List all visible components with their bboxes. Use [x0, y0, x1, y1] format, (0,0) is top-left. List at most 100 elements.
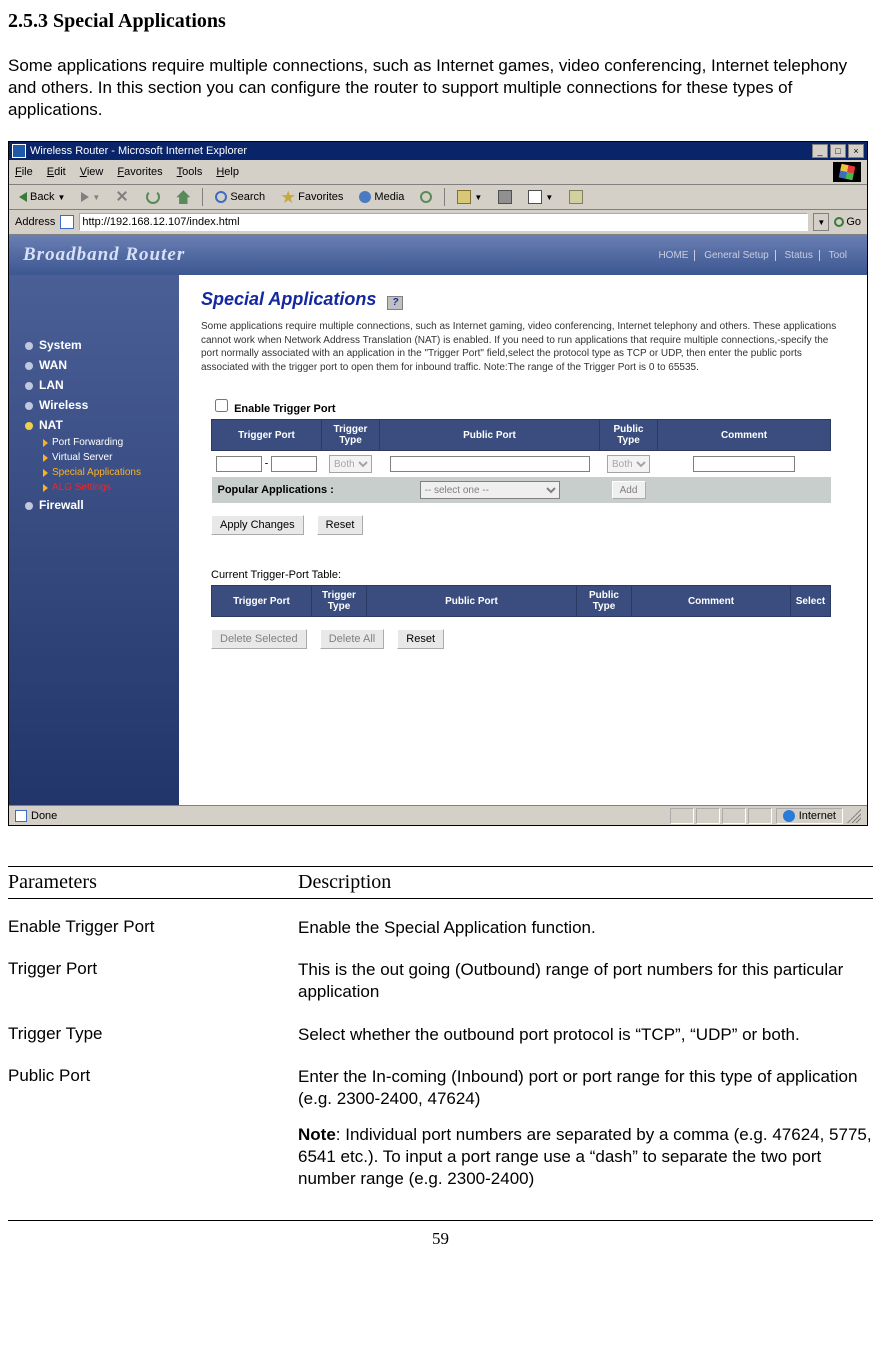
trigger-port-end-input[interactable] — [271, 456, 317, 472]
discuss-icon — [569, 190, 583, 204]
refresh-icon — [146, 190, 160, 204]
popular-apps-select[interactable]: -- select one -- — [420, 481, 560, 499]
menu-help[interactable]: Help — [216, 166, 239, 178]
edit-button[interactable]: ▼ — [524, 188, 557, 206]
address-dropdown[interactable]: ▼ — [813, 213, 829, 231]
add-button[interactable]: Add — [612, 481, 646, 499]
page-icon — [60, 215, 74, 229]
col2-comment: Comment — [632, 586, 791, 617]
enable-trigger-label: Enable Trigger Port — [234, 403, 335, 415]
media-button[interactable]: Media — [355, 189, 408, 205]
help-icon[interactable]: ? — [387, 296, 403, 310]
sidebar-sub-special[interactable]: Special Applications — [25, 465, 179, 480]
params-header-left: Parameters — [8, 871, 298, 894]
sidebar-item-wireless[interactable]: Wireless — [25, 395, 179, 415]
star-icon — [281, 190, 295, 204]
minimize-button[interactable]: _ — [812, 144, 828, 158]
apply-changes-button[interactable]: Apply Changes — [211, 515, 304, 535]
maximize-button[interactable]: □ — [830, 144, 846, 158]
params-header-row: Parameters Description — [8, 866, 873, 899]
page-number: 59 — [8, 1220, 873, 1249]
param-name: Enable Trigger Port — [8, 917, 298, 939]
page-status-icon — [15, 810, 27, 822]
trigger-port-start-input[interactable] — [216, 456, 262, 472]
public-type-select[interactable]: Both — [607, 455, 650, 473]
resize-grip[interactable] — [847, 809, 861, 823]
globe-icon — [783, 810, 795, 822]
menu-favorites[interactable]: Favorites — [117, 166, 162, 178]
col-public-port: Public Port — [380, 420, 600, 451]
param-row: Public Port Enter the In-coming (Inbound… — [8, 1066, 873, 1190]
delete-all-button[interactable]: Delete All — [320, 629, 384, 649]
nav-status[interactable]: Status — [779, 250, 820, 261]
col2-select: Select — [791, 586, 831, 617]
back-button[interactable]: Back ▼ — [15, 189, 69, 205]
note-body: : Individual port numbers are separated … — [298, 1125, 872, 1188]
reset-button[interactable]: Reset — [317, 515, 364, 535]
history-button[interactable] — [416, 189, 436, 205]
enable-trigger-checkbox[interactable] — [215, 399, 228, 412]
nav-tool[interactable]: Tool — [823, 250, 853, 261]
param-row: Trigger Type Select whether the outbound… — [8, 1024, 873, 1046]
main-panel: Special Applications ? Some applications… — [179, 275, 867, 805]
param-row: Trigger Port This is the out going (Outb… — [8, 959, 873, 1003]
ie-icon — [12, 144, 26, 158]
favorites-button[interactable]: Favorites — [277, 188, 347, 206]
sidebar-sub-virtual[interactable]: Virtual Server — [25, 450, 179, 465]
param-row: Enable Trigger Port Enable the Special A… — [8, 917, 873, 939]
close-button[interactable]: × — [848, 144, 864, 158]
forward-button[interactable]: ▼ — [77, 190, 104, 204]
stop-button[interactable] — [112, 188, 134, 206]
reset2-button[interactable]: Reset — [397, 629, 444, 649]
sidebar-item-system[interactable]: System — [25, 335, 179, 355]
discuss-button[interactable] — [565, 188, 587, 206]
col2-public-type: Public Type — [577, 586, 632, 617]
toolbar: Back ▼ ▼ Search Favorites Media ▼ ▼ — [9, 185, 867, 210]
stop-icon — [116, 190, 130, 204]
mail-button[interactable]: ▼ — [453, 188, 486, 206]
sidebar-item-firewall[interactable]: Firewall — [25, 495, 179, 515]
col-trigger-type: Trigger Type — [322, 420, 380, 451]
status-zone: Internet — [799, 810, 836, 822]
sidebar-item-wan[interactable]: WAN — [25, 355, 179, 375]
home-button[interactable] — [172, 188, 194, 206]
intro-text: Some applications require multiple conne… — [8, 55, 873, 121]
col-public-type: Public Type — [600, 420, 658, 451]
comment-input[interactable] — [693, 456, 795, 472]
page-header: Broadband Router HOME General Setup Stat… — [9, 235, 867, 275]
status-cell — [748, 808, 772, 824]
sidebar-sub-alg[interactable]: ALG Settings — [25, 480, 179, 495]
titlebar: Wireless Router - Microsoft Internet Exp… — [9, 142, 867, 160]
media-icon — [359, 191, 371, 203]
param-desc: Select whether the outbound port protoco… — [298, 1024, 873, 1046]
search-button[interactable]: Search — [211, 189, 269, 205]
ie-flag-icon — [833, 162, 861, 182]
address-input[interactable] — [79, 213, 808, 231]
status-cell — [722, 808, 746, 824]
forward-icon — [81, 192, 89, 202]
mail-icon — [457, 190, 471, 204]
menu-file[interactable]: File — [15, 166, 33, 178]
current-table: Trigger Port Trigger Type Public Port Pu… — [211, 585, 831, 617]
trigger-type-select[interactable]: Both — [329, 455, 372, 473]
sidebar-item-lan[interactable]: LAN — [25, 375, 179, 395]
public-port-input[interactable] — [390, 456, 590, 472]
print-button[interactable] — [494, 188, 516, 206]
delete-selected-button[interactable]: Delete Selected — [211, 629, 307, 649]
address-bar: Address ▼ Go — [9, 210, 867, 235]
col2-trigger-port: Trigger Port — [212, 586, 312, 617]
param-name: Trigger Type — [8, 1024, 298, 1046]
go-button[interactable]: Go — [834, 216, 861, 228]
sidebar-sub-portfwd[interactable]: Port Forwarding — [25, 435, 179, 450]
main-title: Special Applications ? — [201, 289, 845, 310]
menu-edit[interactable]: Edit — [47, 166, 66, 178]
refresh-button[interactable] — [142, 188, 164, 206]
config-table: Trigger Port Trigger Type Public Port Pu… — [211, 419, 831, 503]
menu-tools[interactable]: Tools — [177, 166, 203, 178]
nav-home[interactable]: HOME — [652, 250, 695, 261]
note-label: Note — [298, 1125, 336, 1144]
nav-general[interactable]: General Setup — [698, 250, 776, 261]
param-desc: This is the out going (Outbound) range o… — [298, 959, 873, 1003]
sidebar-item-nat[interactable]: NAT — [25, 415, 179, 435]
menu-view[interactable]: View — [80, 166, 104, 178]
